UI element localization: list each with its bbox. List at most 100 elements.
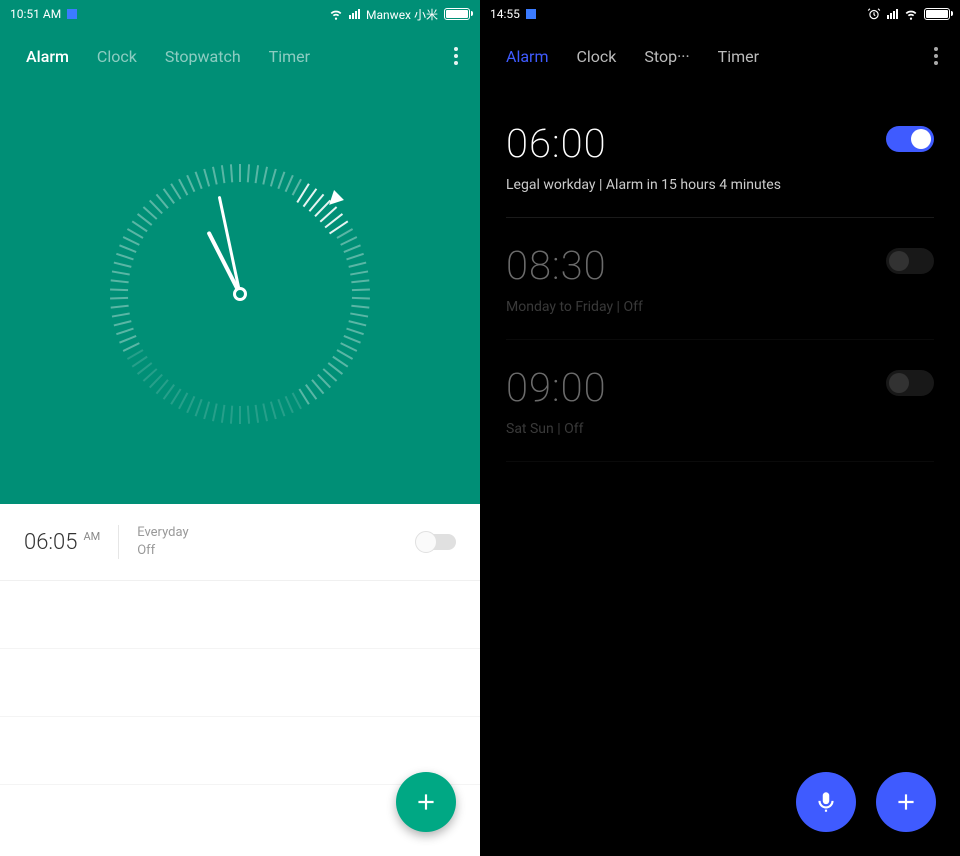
tick <box>116 328 134 335</box>
plus-icon <box>413 789 439 815</box>
tick <box>346 328 364 335</box>
list-item <box>0 717 480 785</box>
tab-timer[interactable]: Timer <box>255 47 324 66</box>
alarm-repeat: Everyday <box>137 524 188 542</box>
signal-icon <box>349 9 360 19</box>
alarm-meta: Monday to Friday | Off <box>506 299 934 315</box>
tick <box>292 392 302 409</box>
tick <box>123 236 140 246</box>
alarm-row[interactable]: 06:00 Legal workday | Alarm in 15 hours … <box>506 96 934 218</box>
tick <box>112 312 130 317</box>
add-alarm-button[interactable] <box>396 772 456 832</box>
status-carrier: Manwex 小米 <box>366 6 438 23</box>
wifi-icon <box>329 7 343 21</box>
alarm-meta: Everyday Off <box>137 524 188 560</box>
tick <box>212 167 218 185</box>
tab-stopwatch[interactable]: Stopwatch <box>151 47 255 66</box>
tick <box>348 320 366 326</box>
tab-clock[interactable]: Clock <box>83 47 151 66</box>
plus-icon <box>893 789 919 815</box>
menu-button[interactable] <box>924 47 948 65</box>
tick <box>110 288 128 291</box>
voice-button[interactable] <box>796 772 856 832</box>
tick <box>186 175 195 192</box>
analog-clock[interactable] <box>0 84 480 504</box>
tick <box>277 171 285 189</box>
menu-button[interactable] <box>444 47 468 65</box>
tick <box>239 164 241 182</box>
mic-icon <box>813 789 839 815</box>
alarm-meta: Sat Sun | Off <box>506 421 934 437</box>
tick <box>352 288 370 291</box>
tick <box>247 406 250 424</box>
tick <box>350 270 368 275</box>
alarm-row[interactable]: 08:30 Monday to Friday | Off <box>506 218 934 340</box>
tick <box>203 401 210 419</box>
tick <box>340 342 357 352</box>
tick <box>203 169 210 187</box>
alarm-marker-icon <box>324 190 344 210</box>
alarm-time: 08:30 <box>506 242 934 289</box>
tick <box>299 388 310 404</box>
alarm-time: 06:05 <box>24 530 77 555</box>
tick <box>285 175 294 192</box>
tick <box>112 270 130 275</box>
status-bar: 14:55 <box>480 0 960 28</box>
tick <box>340 236 357 246</box>
divider <box>118 525 119 559</box>
status-time: 10:51 AM <box>10 7 61 21</box>
alarm-time: 06:00 <box>506 120 934 167</box>
status-indicator-icon <box>526 9 536 19</box>
tick <box>348 262 366 268</box>
status-indicator-icon <box>67 9 77 19</box>
tab-alarm[interactable]: Alarm <box>492 47 562 66</box>
tick <box>119 335 136 344</box>
tick <box>270 401 277 419</box>
signal-icon <box>887 9 898 19</box>
tick <box>116 253 134 260</box>
list-item <box>0 649 480 717</box>
tick <box>114 320 132 326</box>
alarm-icon <box>867 7 881 21</box>
alarm-time: 09:00 <box>506 364 934 411</box>
tab-stopwatch[interactable]: Stop··· <box>630 47 703 66</box>
tick <box>350 312 368 317</box>
tick <box>170 183 181 199</box>
status-bar: 10:51 AM Manwex 小米 <box>0 0 480 28</box>
tick <box>123 342 140 352</box>
tab-bar: Alarm Clock Stopwatch Timer <box>0 28 480 84</box>
alarm-state: Off <box>137 542 188 560</box>
tick <box>346 253 364 260</box>
tick <box>195 171 203 189</box>
add-alarm-button[interactable] <box>876 772 936 832</box>
alarm-toggle[interactable] <box>886 126 934 152</box>
tick <box>351 305 369 309</box>
tick <box>178 179 188 196</box>
alarm-list: 06:00 Legal workday | Alarm in 15 hours … <box>480 84 960 856</box>
tick <box>351 279 369 283</box>
tick <box>336 349 353 360</box>
alarm-row[interactable]: 09:00 Sat Sun | Off <box>506 340 934 462</box>
list-item <box>0 581 480 649</box>
alarm-row[interactable]: 06:05 AM Everyday Off <box>0 504 480 581</box>
tick <box>132 220 148 232</box>
clock-center <box>233 287 247 301</box>
tick <box>186 396 195 413</box>
tick <box>262 403 268 421</box>
tab-timer[interactable]: Timer <box>704 47 773 66</box>
tick <box>277 399 285 417</box>
alarm-ampm: AM <box>83 530 100 543</box>
tab-alarm[interactable]: Alarm <box>12 47 83 66</box>
tick <box>343 244 360 253</box>
tick <box>262 167 268 185</box>
tab-bar: Alarm Clock Stop··· Timer <box>480 28 960 84</box>
tick <box>114 262 132 268</box>
tick <box>195 399 203 417</box>
alarm-toggle[interactable] <box>416 534 456 550</box>
tick <box>336 228 353 239</box>
tab-clock[interactable]: Clock <box>562 47 630 66</box>
tick <box>285 396 294 413</box>
alarm-toggle[interactable] <box>886 248 934 274</box>
tick <box>255 165 259 183</box>
alarm-toggle[interactable] <box>886 370 934 396</box>
